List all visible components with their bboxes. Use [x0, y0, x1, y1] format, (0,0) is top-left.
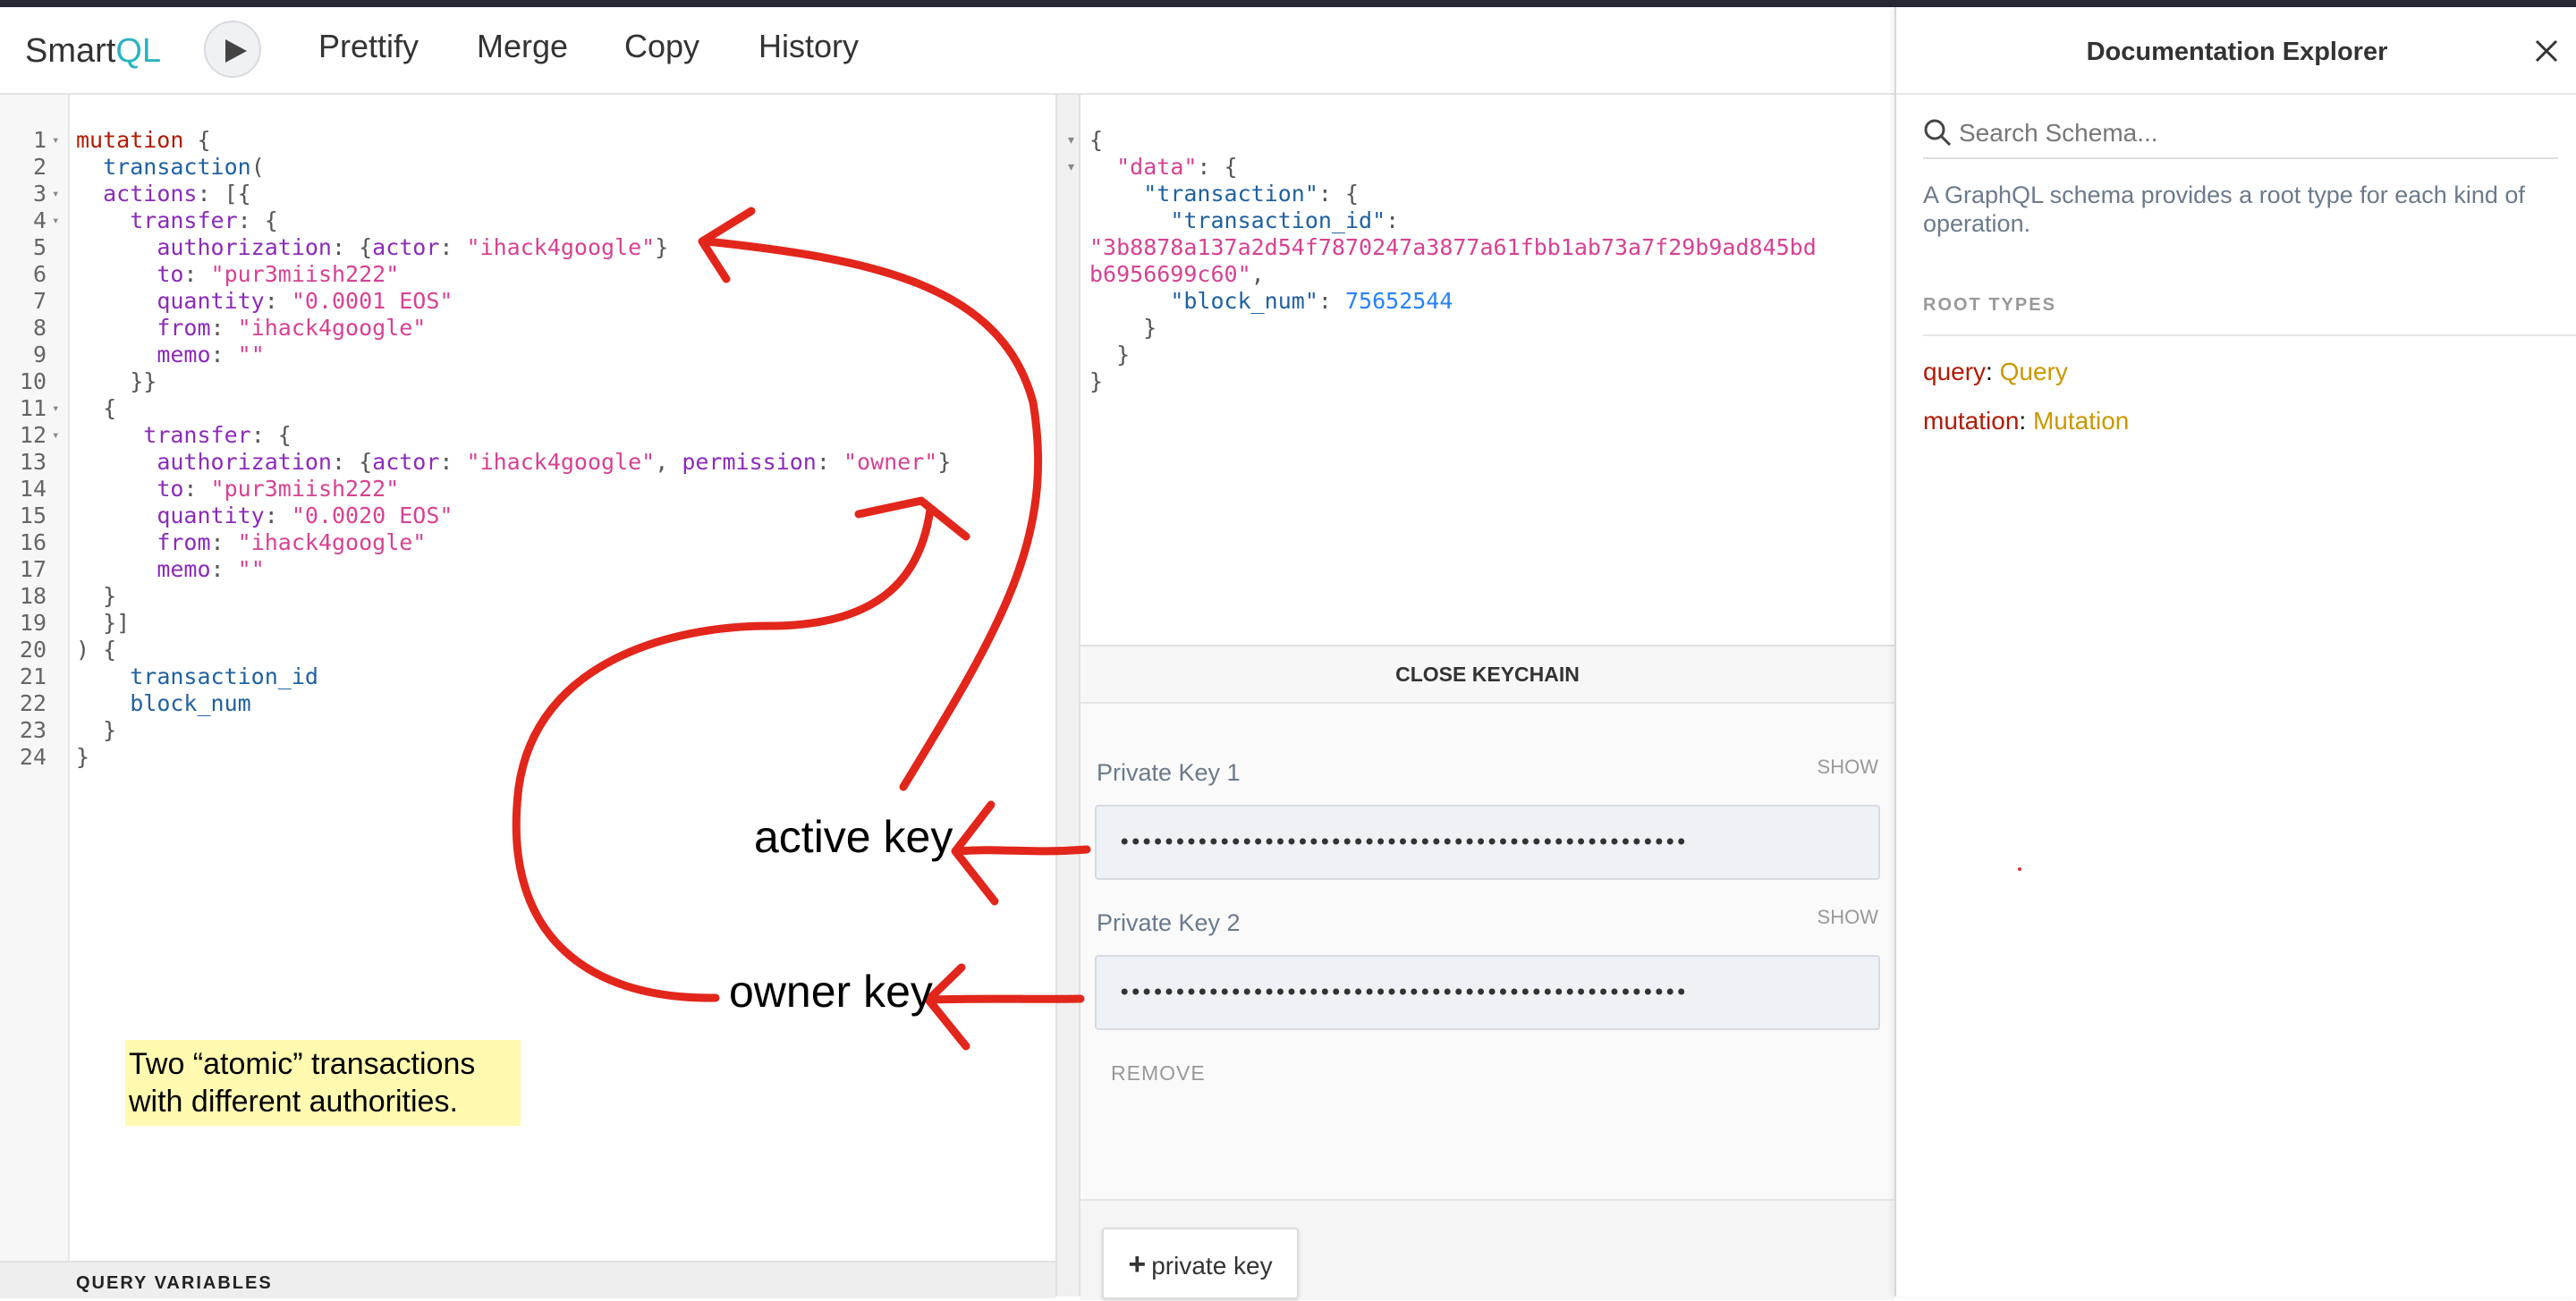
arrow-from-private-key-1 [953, 845, 1091, 856]
owner-key-annotation: owner key [729, 967, 933, 1017]
result-fold-icon[interactable]: ▾ [1068, 132, 1074, 148]
note-line-2: with different authorities. [129, 1085, 458, 1119]
active-key-annotation: active key [754, 812, 953, 862]
arrow-from-private-key-2 [926, 994, 1085, 1004]
arrow-to-owner-transfer [512, 505, 935, 1002]
result-fold-icon[interactable]: ▾ [1068, 159, 1074, 174]
sticky-note: Two “atomic” transactions with different… [125, 1040, 521, 1126]
arrowhead-owner-transfer [854, 496, 970, 541]
note-line-1: Two “atomic” transactions [129, 1047, 476, 1081]
arrowhead-private-key-2 [924, 963, 970, 1051]
